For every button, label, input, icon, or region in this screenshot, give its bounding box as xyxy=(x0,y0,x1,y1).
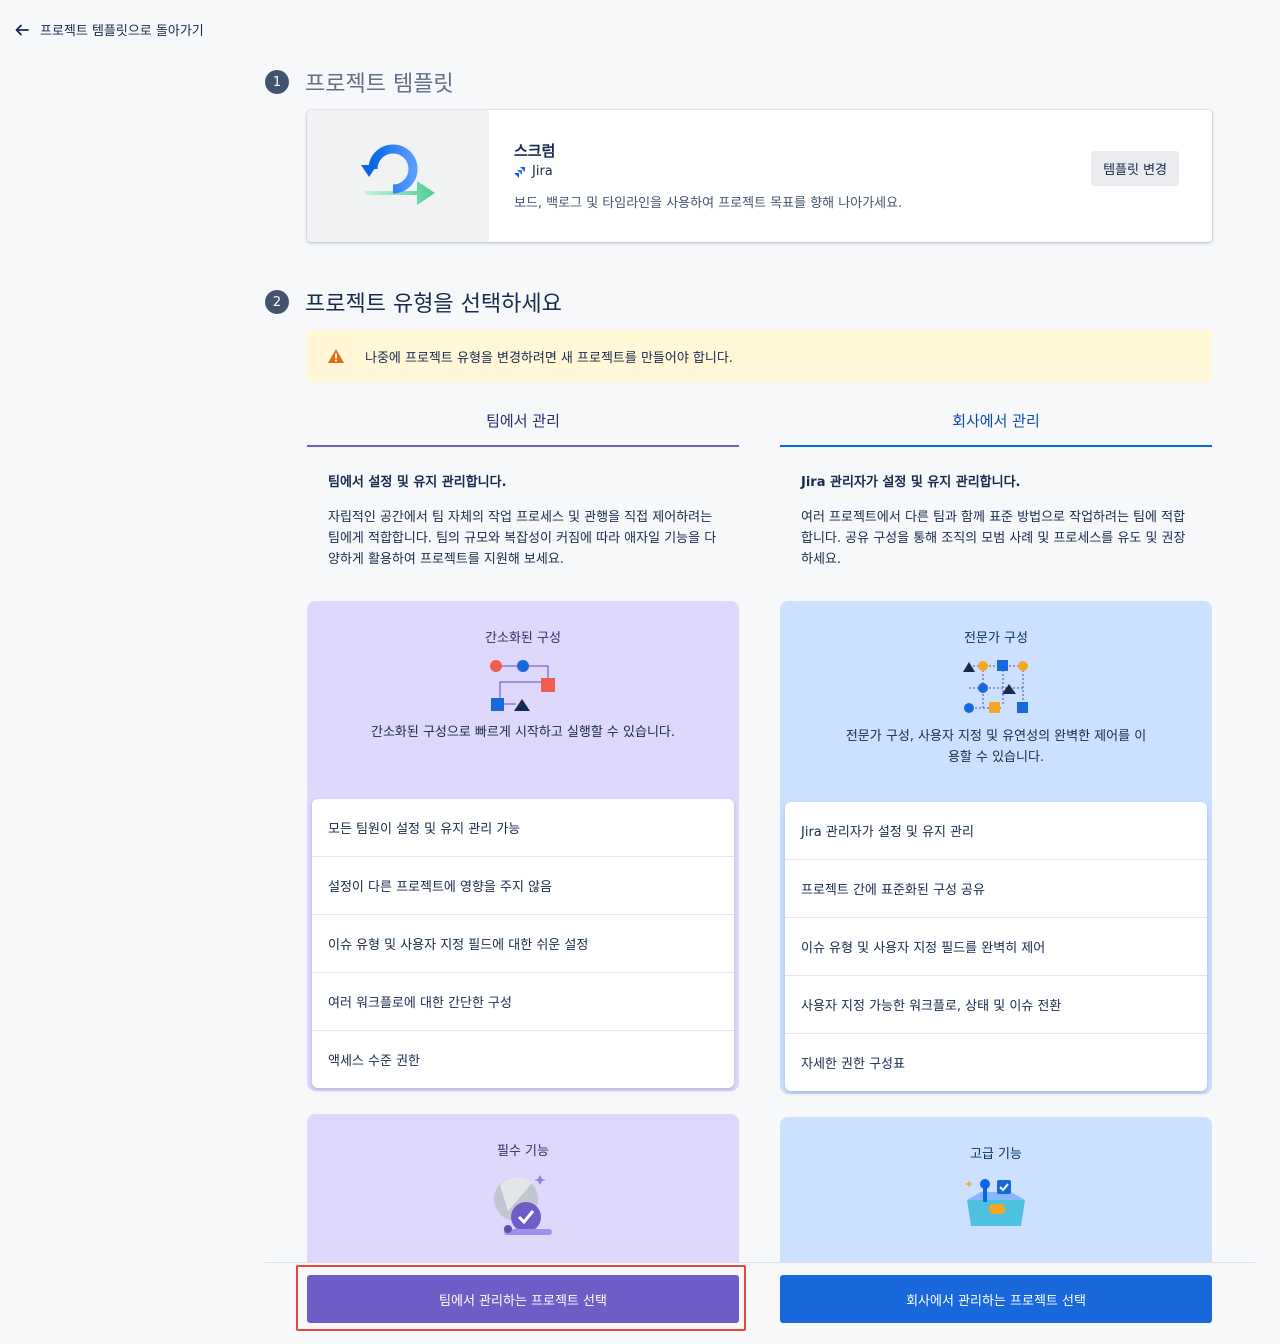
expert-config-text: 전문가 구성, 사용자 지정 및 유연성의 완벽한 제어를 이용할 수 있습니다… xyxy=(845,729,1147,765)
back-link-label: 프로젝트 템플릿으로 돌아가기 xyxy=(40,24,204,39)
list-item: Jira 관리자가 설정 및 유지 관리 xyxy=(801,825,974,840)
step-1-header: 1 프로젝트 템플릿 xyxy=(265,66,454,98)
tab-team-managed[interactable]: 팀에서 관리 xyxy=(307,410,739,447)
team-feature-list: 모든 팀원이 설정 및 유지 관리 가능 설정이 다른 프로젝트에 영향을 주지… xyxy=(312,799,734,1088)
product-name: Jira xyxy=(532,164,553,179)
advanced-features-illustration xyxy=(780,1174,1212,1230)
company-managed-column: 회사에서 관리 Jira 관리자가 설정 및 유지 관리합니다. 여러 프로젝트… xyxy=(780,410,1212,570)
step-2-number: 2 xyxy=(265,290,289,314)
step-1-number: 1 xyxy=(265,70,289,94)
scrum-illustration xyxy=(307,110,489,242)
list-item: 액세스 수준 권한 xyxy=(312,1030,734,1088)
list-item: 이슈 유형 및 사용자 지정 필드에 대한 쉬운 설정 xyxy=(312,914,734,972)
company-lead-text: Jira 관리자가 설정 및 유지 관리합니다. xyxy=(801,475,1021,490)
team-description: 자립적인 공간에서 팀 자체의 작업 프로세스 및 관행을 직접 제어하려는 팀… xyxy=(328,510,717,567)
simplified-config-box: 간소화된 구성 간소화된 구성으로 빠르게 시작하고 실행할 수 있습니다. 모… xyxy=(307,601,739,1091)
change-template-button[interactable]: 템플릿 변경 xyxy=(1091,151,1179,186)
warning-banner: 나중에 프로젝트 유형을 변경하려면 새 프로젝트를 만들어야 합니다. xyxy=(307,330,1212,382)
jira-logo-icon xyxy=(514,166,525,178)
back-to-templates-link[interactable]: 프로젝트 템플릿으로 돌아가기 xyxy=(14,20,204,39)
arrow-left-icon xyxy=(15,24,29,35)
list-item: 자세한 권한 구성표 xyxy=(785,1033,1207,1091)
template-description: 보드, 백로그 및 타임라인을 사용하여 프로젝트 목표를 향해 나아가세요. xyxy=(514,196,903,211)
list-item: 모든 팀원이 설정 및 유지 관리 가능 xyxy=(328,822,521,837)
warning-icon xyxy=(328,349,344,363)
simple-workflow-illustration xyxy=(307,658,739,712)
tab-company-managed[interactable]: 회사에서 관리 xyxy=(780,410,1212,447)
simplified-config-title: 간소화된 구성 xyxy=(485,631,561,646)
expert-config-title: 전문가 구성 xyxy=(964,631,1028,646)
list-item: 이슈 유형 및 사용자 지정 필드를 완벽히 제어 xyxy=(785,917,1207,975)
complex-workflow-illustration xyxy=(780,658,1212,716)
team-lead-text: 팀에서 설정 및 유지 관리합니다. xyxy=(328,475,507,490)
advanced-features-title: 고급 기능 xyxy=(970,1147,1022,1162)
list-item: 프로젝트 간에 표준화된 구성 공유 xyxy=(785,859,1207,917)
team-managed-column: 팀에서 관리 팀에서 설정 및 유지 관리합니다. 자립적인 공간에서 팀 자체… xyxy=(307,410,739,570)
list-item: 설정이 다른 프로젝트에 영향을 주지 않음 xyxy=(312,856,734,914)
company-feature-list: Jira 관리자가 설정 및 유지 관리 프로젝트 간에 표준화된 구성 공유 … xyxy=(785,802,1207,1091)
template-card: 스크럼 Jira 보드, 백로그 및 타임라인을 사용하여 프로젝트 목표를 향… xyxy=(307,110,1212,242)
select-company-managed-button[interactable]: 회사에서 관리하는 프로젝트 선택 xyxy=(780,1275,1212,1323)
select-team-managed-button[interactable]: 팀에서 관리하는 프로젝트 선택 xyxy=(307,1275,739,1323)
step-2-header: 2 프로젝트 유형을 선택하세요 xyxy=(265,286,562,318)
list-item: 여러 워크플로에 대한 간단한 구성 xyxy=(312,972,734,1030)
company-description: 여러 프로젝트에서 다른 팀과 함께 표준 방법으로 작업하려는 팀에 적합합니… xyxy=(801,510,1186,567)
essential-features-title: 필수 기능 xyxy=(497,1144,549,1159)
step-1-title: 프로젝트 템플릿 xyxy=(305,72,454,97)
expert-config-box: 전문가 구성 전문가 구성, 사용자 지정 및 유연성의 완벽한 제어를 이용할… xyxy=(780,601,1212,1094)
essential-features-illustration xyxy=(307,1171,739,1241)
warning-text: 나중에 프로젝트 유형을 변경하려면 새 프로젝트를 만들어야 합니다. xyxy=(365,350,733,366)
step-2-title: 프로젝트 유형을 선택하세요 xyxy=(305,292,562,317)
simplified-config-text: 간소화된 구성으로 빠르게 시작하고 실행할 수 있습니다. xyxy=(370,725,675,740)
list-item: 사용자 지정 가능한 워크플로, 상태 및 이슈 전환 xyxy=(785,975,1207,1033)
